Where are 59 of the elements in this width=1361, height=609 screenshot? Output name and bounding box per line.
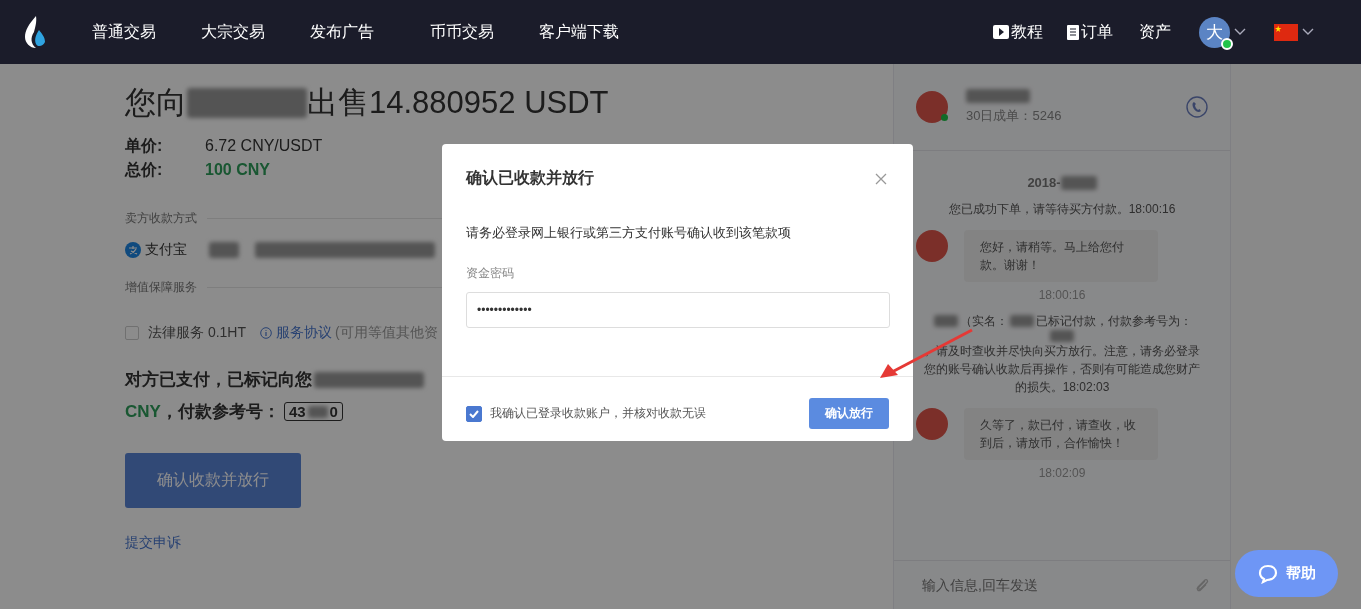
- tutorial-link[interactable]: 教程: [1011, 21, 1043, 43]
- price-label: 单价:: [125, 136, 164, 156]
- system-message: （实名：: [960, 313, 1008, 330]
- redaction-blur: [934, 315, 958, 327]
- total-label: 总价:: [125, 160, 164, 180]
- flag-icon[interactable]: [1274, 23, 1298, 41]
- orders-link[interactable]: 订单: [1081, 21, 1113, 43]
- section-label: 增值保障服务: [125, 279, 197, 296]
- legal-service-checkbox[interactable]: [125, 326, 139, 340]
- chat-bubble: 您好，请稍等。马上给您付款。谢谢！: [964, 230, 1158, 282]
- dialog-title: 确认已收款并放行: [466, 168, 594, 188]
- nav-link[interactable]: 发布广告: [310, 21, 374, 43]
- reference-number-box: 43 0: [283, 402, 343, 421]
- chat-bubble-icon: [1257, 563, 1278, 584]
- chat-bubble: 久等了，款已付，请查收，收到后，请放币，合作愉快！: [964, 408, 1158, 460]
- redaction-blur: [1050, 330, 1074, 342]
- password-label: 资金密码: [466, 265, 515, 282]
- nav-link[interactable]: 普通交易: [92, 21, 156, 43]
- nav-link[interactable]: 客户端下载: [539, 21, 619, 43]
- redaction-blur: [209, 242, 239, 258]
- reference-label: ，付款参考号：: [160, 401, 280, 423]
- chat-date: 2018-: [1027, 175, 1061, 190]
- password-input[interactable]: •••••••••••••: [466, 292, 890, 328]
- nav-link[interactable]: 币币交易: [430, 21, 494, 43]
- info-icon: [260, 327, 272, 339]
- section-label: 卖方收款方式: [125, 210, 197, 227]
- chevron-down-icon[interactable]: [1234, 28, 1246, 36]
- checkmark-icon: [469, 409, 479, 418]
- payment-method: 支付宝: [145, 241, 187, 259]
- system-message: 您已成功下单，请等待买方付款。18:00:16: [947, 201, 1177, 218]
- assets-link[interactable]: 资产: [1139, 21, 1171, 43]
- play-icon: [993, 25, 1009, 39]
- chevron-down-icon[interactable]: [1302, 28, 1314, 36]
- order-count: 30日成单：5246: [966, 107, 1062, 125]
- flame-logo-icon[interactable]: [25, 16, 45, 48]
- confirm-checkbox[interactable]: [466, 405, 482, 422]
- payment-status-text: 对方已支付，已标记向您: [125, 369, 312, 391]
- redaction-blur: [1010, 315, 1034, 327]
- user-avatar[interactable]: 大: [1199, 16, 1230, 48]
- dialog-description: 请务必登录网上银行或第三方支付账号确认收到该笔款项: [466, 224, 792, 242]
- currency-text: CNY: [125, 401, 161, 422]
- document-icon: [1067, 24, 1079, 40]
- phone-icon[interactable]: [1186, 96, 1208, 118]
- message-input[interactable]: 输入信息,回车发送: [920, 576, 1194, 594]
- user-avatar: [916, 91, 948, 123]
- order-title: 您向: [125, 84, 187, 122]
- paperclip-icon[interactable]: [1194, 577, 1210, 593]
- confirm-label: 我确认已登录收款账户，并核对收款无误: [490, 405, 706, 422]
- nav-link[interactable]: 大宗交易: [201, 21, 265, 43]
- legal-service-label: 法律服务 0.1HT: [148, 324, 246, 342]
- user-avatar: [916, 408, 948, 440]
- redaction-blur: [1060, 175, 1097, 190]
- order-title: 出售14.880952 USDT: [307, 84, 609, 122]
- close-icon[interactable]: [875, 172, 887, 185]
- redaction-blur: [966, 89, 1030, 103]
- system-message: 已标记付款，付款参考号为：: [1036, 313, 1192, 330]
- price-value: 6.72 CNY/USDT: [205, 136, 323, 156]
- total-value: 100 CNY: [205, 160, 270, 180]
- user-avatar: [916, 230, 948, 262]
